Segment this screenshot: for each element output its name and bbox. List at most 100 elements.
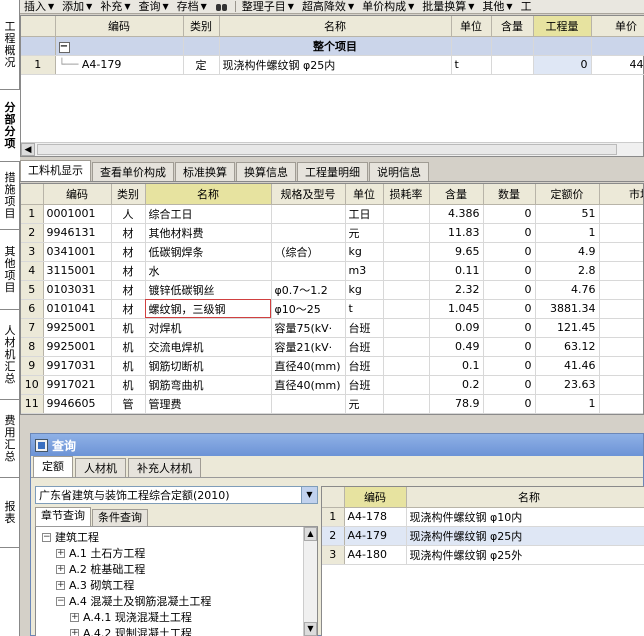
- cell-loss[interactable]: [383, 356, 430, 376]
- tab-quota[interactable]: 定额: [33, 456, 73, 477]
- cell-price[interactable]: 4.9: [535, 242, 600, 262]
- expand-toggle-icon[interactable]: +: [70, 628, 79, 636]
- cell-mkt[interactable]: [599, 356, 643, 376]
- cell-name[interactable]: 交流电焊机: [145, 337, 272, 357]
- tab-standard-conversion[interactable]: 标准换算: [175, 162, 235, 181]
- tab-conversion-info[interactable]: 换算信息: [236, 162, 296, 181]
- cell-name[interactable]: 低碳钢焊条: [145, 242, 272, 262]
- tab-unit-price[interactable]: 查看单价构成: [92, 162, 174, 181]
- scroll-up-icon[interactable]: ▲: [304, 527, 317, 541]
- collapse-icon[interactable]: −: [58, 41, 70, 53]
- cell-code[interactable]: 0001001: [43, 204, 112, 224]
- insert-button[interactable]: 插入 ▼: [20, 0, 58, 13]
- sidebar-tab-reports[interactable]: 报表: [0, 478, 20, 548]
- cell-unit[interactable]: m3: [345, 261, 384, 281]
- batch-conversion-button[interactable]: 批量换算 ▼: [418, 0, 478, 13]
- header-code[interactable]: 编码: [55, 16, 184, 37]
- cell-name[interactable]: 其他材料费: [145, 223, 272, 243]
- expand-toggle-icon[interactable]: +: [56, 580, 65, 590]
- cell-price[interactable]: 63.12: [535, 337, 600, 357]
- scroll-down-icon[interactable]: ▼: [304, 622, 317, 636]
- cell-price[interactable]: 1: [535, 223, 600, 243]
- result-cell-name[interactable]: 现浇构件螺纹钢 φ10内: [406, 507, 644, 527]
- cell-loss[interactable]: [383, 299, 430, 319]
- cell-loss[interactable]: [383, 394, 430, 414]
- sidebar-tab-resource-summary[interactable]: 人材机汇总: [0, 310, 20, 400]
- cell-code[interactable]: 9946605: [43, 394, 112, 414]
- result-cell-code[interactable]: A4-180: [344, 545, 407, 565]
- expand-toggle-icon[interactable]: +: [70, 612, 79, 622]
- cell-spec[interactable]: [271, 394, 346, 414]
- cell-unit[interactable]: 工日: [345, 204, 384, 224]
- res-header-type[interactable]: 类别: [111, 184, 146, 205]
- organize-items-button[interactable]: 整理子目 ▼: [238, 0, 298, 13]
- add-button[interactable]: 添加 ▼: [58, 0, 96, 13]
- cell-price[interactable]: 2.8: [535, 261, 600, 281]
- res-header-code[interactable]: 编码: [43, 184, 112, 205]
- resource-row[interactable]: 11 9946605 管管理费 元 78.9 0 1: [21, 394, 643, 414]
- cell-price[interactable]: 23.63: [535, 375, 600, 395]
- chevron-down-icon[interactable]: ▼: [301, 487, 317, 503]
- cell-spec[interactable]: 容量21(kV·: [271, 337, 346, 357]
- tab-description[interactable]: 说明信息: [369, 162, 429, 181]
- cell-mkt[interactable]: 1: [599, 318, 643, 338]
- cell-loss[interactable]: [383, 375, 430, 395]
- cell-code[interactable]: 0341001: [43, 242, 112, 262]
- cell-name[interactable]: 对焊机: [145, 318, 272, 338]
- cell-spec[interactable]: φ10～25: [271, 299, 346, 319]
- cell-code[interactable]: 9917031: [43, 356, 112, 376]
- header-unit[interactable]: 单位: [451, 16, 492, 37]
- cell-mkt[interactable]: [599, 204, 643, 224]
- cell-type[interactable]: 管: [111, 394, 146, 414]
- sidebar-tab-measures[interactable]: 措施项目: [0, 162, 20, 230]
- table-row[interactable]: 1 └── A4-179 定 现浇构件螺纹钢 φ25内 t 0 4479: [21, 55, 644, 75]
- cell-qty[interactable]: 0: [483, 261, 536, 281]
- header-quantity[interactable]: 工程量: [533, 16, 592, 37]
- work-button[interactable]: 工: [517, 0, 536, 13]
- cell-type[interactable]: 材: [111, 223, 146, 243]
- tree-node[interactable]: + A.1 土石方工程: [42, 545, 317, 561]
- cell-code[interactable]: 9946131: [43, 223, 112, 243]
- unit-price-composition-button[interactable]: 单价构成 ▼: [358, 0, 418, 13]
- height-reduction-button[interactable]: 超高降效 ▼: [298, 0, 358, 13]
- res-header-market[interactable]: 市场: [599, 184, 643, 205]
- resource-row[interactable]: 60101041材螺纹钢，三级钢φ10～25t 1.04503881.3438: [21, 299, 643, 319]
- cell-content[interactable]: 0.1: [429, 356, 484, 376]
- resource-row[interactable]: 3 0341001 材低碳钢焊条 （综合） kg 9.65 0 4.9: [21, 242, 643, 262]
- cell-loss[interactable]: [383, 337, 430, 357]
- cell-unit[interactable]: 元: [345, 394, 384, 414]
- tab-supplement-resources[interactable]: 补充人材机: [128, 458, 201, 477]
- header-name[interactable]: 名称: [219, 16, 452, 37]
- result-cell-code[interactable]: A4-179: [344, 526, 407, 546]
- cell-name[interactable]: 管理费: [145, 394, 272, 414]
- cell-code[interactable]: 0101041: [43, 299, 112, 319]
- tree-node[interactable]: + A.4.2 现制混凝土工程: [42, 625, 317, 636]
- cell-spec[interactable]: 直径40(mm): [271, 356, 346, 376]
- tree-node[interactable]: + A.2 桩基础工程: [42, 561, 317, 577]
- cell-loss[interactable]: [383, 223, 430, 243]
- resource-row[interactable]: 2 9946131 材其他材料费 元 11.83 0 1: [21, 223, 643, 243]
- cell-mkt[interactable]: [599, 261, 643, 281]
- cell-qty[interactable]: 0: [483, 299, 536, 319]
- result-cell-name[interactable]: 现浇构件螺纹钢 φ25外: [406, 545, 644, 565]
- cell-unit[interactable]: kg: [345, 280, 384, 300]
- query-button[interactable]: 查询 ▼: [134, 0, 172, 13]
- cell-loss[interactable]: [383, 280, 430, 300]
- cell-loss[interactable]: [383, 318, 430, 338]
- cell-price[interactable]: 3881.34: [535, 299, 600, 319]
- cell-content[interactable]: 0.2: [429, 375, 484, 395]
- cell-loss[interactable]: [383, 204, 430, 224]
- resource-row[interactable]: 1 0001001 人综合工日 工日 4.386 0 51: [21, 204, 643, 224]
- header-type[interactable]: 类别: [183, 16, 220, 37]
- result-header-code[interactable]: 编码: [344, 487, 407, 508]
- sidebar-tab-cost-summary[interactable]: 费用汇总: [0, 400, 20, 478]
- res-header-content[interactable]: 含量: [429, 184, 484, 205]
- cell-code[interactable]: 0103031: [43, 280, 112, 300]
- resource-row[interactable]: 4 3115001 材水 m3 0.11 0 2.8: [21, 261, 643, 281]
- cell-unit[interactable]: t: [345, 299, 384, 319]
- result-row[interactable]: 3 A4-180 现浇构件螺纹钢 φ25外: [322, 545, 644, 565]
- cell-unit[interactable]: 台班: [345, 375, 384, 395]
- cell-qty[interactable]: 0: [483, 204, 536, 224]
- supplement-button[interactable]: 补充 ▼: [96, 0, 134, 13]
- cell-mkt[interactable]: 38: [599, 299, 643, 319]
